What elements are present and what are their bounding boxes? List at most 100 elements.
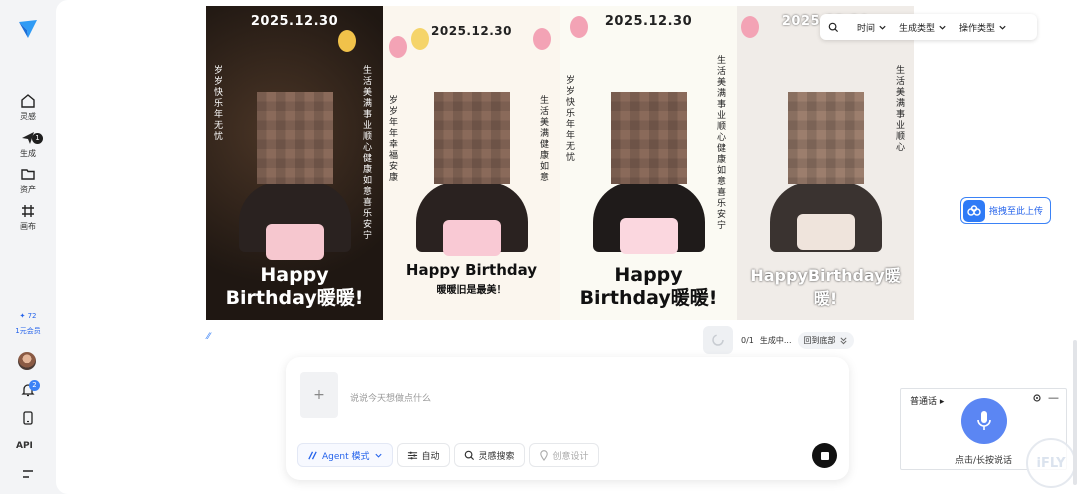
balloon-icon: [338, 30, 356, 52]
back-to-bottom-button[interactable]: 回到底部: [797, 331, 854, 349]
chevron-down-icon: [374, 453, 382, 458]
generation-progress: 0/1 生成中... 回到底部: [703, 326, 854, 354]
gear-icon[interactable]: [1032, 393, 1042, 403]
cake-icon: [619, 218, 678, 254]
minimize-button[interactable]: —: [1048, 391, 1059, 404]
auto-settings-button[interactable]: 自动: [396, 443, 450, 467]
sidebar: 灵感 1 生成 资产 画布 ✦ 72 1元会员 2 API: [0, 0, 56, 494]
notification-badge: 2: [29, 380, 40, 391]
progress-status: 生成中...: [759, 335, 792, 345]
loading-spinner-icon: ⁄⁄: [207, 332, 211, 342]
tool-row: Agent 模式 自动 灵感搜索 创意设计: [297, 443, 599, 467]
avatar[interactable]: [18, 352, 36, 370]
cake-icon: [265, 224, 324, 260]
card-side-text: 岁岁年年幸福安康: [389, 96, 399, 183]
sidebar-item-label: 画布: [20, 222, 36, 231]
inspiration-search-label: 灵感搜索: [478, 451, 515, 462]
card-greeting: Happy Birthday暖暖!: [579, 264, 718, 309]
card-greeting: Happy Birthday暖暖!: [225, 264, 364, 309]
blurred-face: [256, 92, 333, 184]
stop-generation-button[interactable]: [812, 443, 837, 468]
filter-time[interactable]: 时间: [857, 21, 887, 34]
upload-icon: [963, 199, 985, 222]
blurred-face: [787, 92, 864, 184]
image-gallery: 2025.12.30 岁岁快乐年无忧 生活美满事业顺心健康如意喜乐安宁 Happ…: [206, 6, 916, 320]
chevron-down-icon: [999, 25, 1006, 30]
spinner-icon: [712, 334, 724, 346]
credits-widget[interactable]: ✦ 72 1元会员: [9, 312, 47, 336]
agent-icon: [308, 451, 317, 459]
search-icon[interactable]: [828, 22, 839, 33]
folder-icon: [21, 169, 35, 180]
blurred-face: [433, 92, 510, 184]
card-side-text: 岁岁快乐年无忧: [214, 66, 224, 142]
sidebar-item-generate[interactable]: 1 生成: [8, 130, 48, 159]
sidebar-item-label: 灵感: [20, 112, 36, 121]
stop-icon: [820, 451, 829, 460]
agent-mode-dropdown[interactable]: Agent 模式: [297, 443, 393, 467]
cake-icon: [442, 220, 501, 256]
cake-icon: [796, 214, 855, 250]
api-link[interactable]: API: [16, 441, 33, 451]
agent-mode-label: Agent 模式: [322, 451, 370, 462]
credits-count: ✦ 72: [19, 312, 37, 320]
sidebar-item-label: 生成: [20, 149, 36, 158]
filter-bar: 时间 生成类型 操作类型: [820, 14, 1037, 40]
drag-upload-button[interactable]: 拖拽至此上传: [960, 197, 1051, 224]
filter-gen-type[interactable]: 生成类型: [899, 21, 947, 34]
upload-label: 拖拽至此上传: [989, 207, 1044, 217]
mobile-icon[interactable]: [20, 410, 36, 426]
sidebar-item-assets[interactable]: 资产: [8, 166, 48, 195]
filter-label: 操作类型: [959, 23, 996, 34]
double-chevron-down-icon: [839, 336, 847, 344]
card-date: 2025.12.30: [250, 14, 339, 29]
balloon-icon: [570, 16, 588, 38]
card-side-text: 岁岁快乐年年无忧: [566, 76, 576, 163]
app-logo-icon[interactable]: [17, 18, 39, 40]
blurred-face: [610, 92, 687, 184]
card-side-text: 生活美满事业顺心健康如意喜乐安宁: [717, 56, 727, 231]
generated-image-card[interactable]: 2025.12.30 生活美满事业顺心 HappyBirthday暖暖!: [737, 6, 914, 320]
progress-thumbnail: [703, 326, 733, 354]
card-side-text: 生活美满事业顺心: [896, 66, 906, 153]
creative-design-button[interactable]: 创意设计: [528, 443, 599, 467]
home-icon: [21, 94, 35, 108]
language-selector[interactable]: 普通话 ▸: [910, 394, 944, 407]
card-side-text: 生活美满事业顺心健康如意喜乐安宁: [363, 66, 373, 241]
generated-image-card[interactable]: 2025.12.30 岁岁年年幸福安康 生活美满健康如意 Happy Birth…: [383, 6, 560, 320]
chevron-down-icon: [879, 25, 886, 30]
microphone-icon: [977, 411, 991, 430]
location-pin-icon: [539, 449, 548, 461]
filter-label: 时间: [857, 23, 876, 34]
membership-plan: 1元会员: [15, 327, 41, 335]
menu-icon[interactable]: [20, 466, 36, 482]
balloon-icon: [411, 28, 429, 50]
prompt-composer: + Agent 模式 自动 灵感搜索 创意设计: [286, 357, 849, 480]
progress-count: 0/1: [741, 335, 754, 345]
scrollbar[interactable]: [1073, 340, 1077, 485]
search-icon: [464, 450, 474, 460]
card-greeting: HappyBirthday暖暖!: [750, 266, 901, 308]
card-side-text: 生活美满健康如意: [540, 96, 550, 183]
chevron-down-icon: [939, 25, 946, 30]
microphone-button[interactable]: [961, 398, 1007, 444]
ifly-logo[interactable]: iFLY: [1026, 438, 1076, 488]
sidebar-item-label: 资产: [20, 185, 36, 194]
sidebar-item-inspiration[interactable]: 灵感: [8, 93, 48, 122]
creative-design-label: 创意设计: [552, 451, 589, 462]
balloon-icon: [389, 36, 407, 58]
generated-image-card[interactable]: 2025.12.30 岁岁快乐年年无忧 生活美满事业顺心健康如意喜乐安宁 Hap…: [560, 6, 737, 320]
auto-label: 自动: [421, 451, 440, 462]
prompt-input[interactable]: [350, 369, 830, 429]
sliders-icon: [407, 451, 417, 459]
back-to-bottom-label: 回到底部: [803, 335, 836, 345]
generated-image-card[interactable]: 2025.12.30 岁岁快乐年无忧 生活美满事业顺心健康如意喜乐安宁 Happ…: [206, 6, 383, 320]
generate-count-badge: 1: [32, 133, 43, 144]
balloon-icon: [741, 16, 759, 38]
add-reference-button[interactable]: +: [300, 372, 338, 418]
filter-label: 生成类型: [899, 23, 936, 34]
sidebar-item-canvas[interactable]: 画布: [8, 203, 48, 232]
card-subtext: 暖暖旧是最美！: [436, 285, 507, 296]
filter-op-type[interactable]: 操作类型: [959, 21, 1007, 34]
inspiration-search-button[interactable]: 灵感搜索: [453, 443, 525, 467]
